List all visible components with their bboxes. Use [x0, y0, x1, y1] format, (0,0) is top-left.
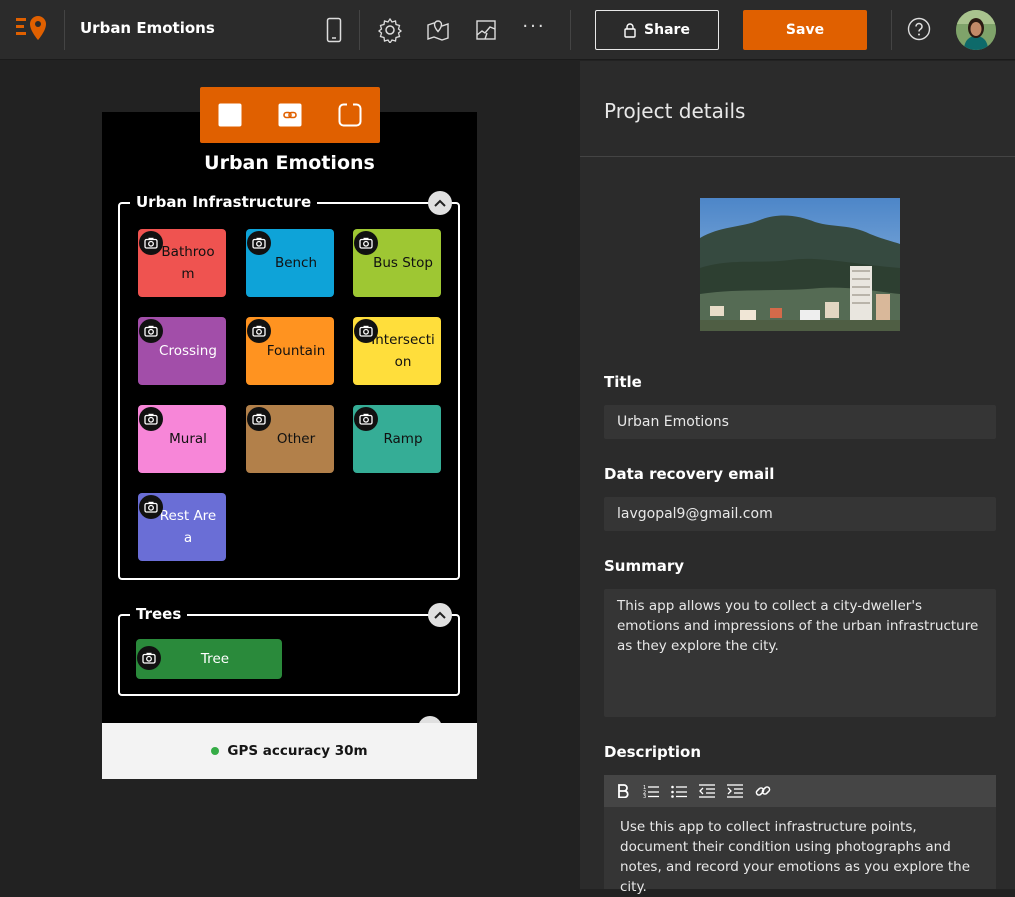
camera-icon	[139, 231, 163, 255]
svg-text:3: 3	[643, 794, 646, 798]
summary-textarea[interactable]: This app allows you to collect a city-dw…	[604, 589, 996, 717]
panel-title: Project details	[604, 99, 746, 123]
camera-icon	[139, 495, 163, 519]
tile-label: Crossing	[159, 343, 217, 359]
panel-header: Project details	[580, 61, 1015, 157]
choice-tile-bathroom[interactable]: Bathroom	[138, 229, 226, 297]
map-area-icon[interactable]	[472, 16, 500, 44]
summary-label: Summary	[604, 557, 685, 575]
description-label: Description	[604, 743, 702, 761]
project-details-panel: Project details Title Urban Emotions Dat…	[580, 61, 1015, 895]
rich-text-toolbar: 123	[604, 775, 996, 807]
link-icon[interactable]	[754, 782, 772, 800]
title-label: Title	[604, 373, 642, 391]
camera-icon	[137, 646, 161, 670]
share-label: Share	[644, 22, 690, 38]
collapse-chevron-icon[interactable]	[428, 603, 452, 627]
map-icon[interactable]	[424, 16, 452, 44]
camera-icon	[247, 407, 271, 431]
camera-icon	[139, 319, 163, 343]
tile-label: Bathroom	[161, 244, 215, 282]
email-label: Data recovery email	[604, 465, 775, 483]
link-icon[interactable]	[278, 103, 302, 127]
project-thumbnail[interactable]	[700, 198, 900, 331]
tile-label: Bus Stop	[373, 255, 433, 271]
tile-label: Mural	[169, 431, 207, 447]
gps-status-bar: GPS accuracy 30m	[102, 723, 477, 779]
group-urban-infrastructure: Urban Infrastructure Bathroom Bench Bus …	[118, 191, 460, 580]
tile-label: Fountain	[266, 343, 326, 359]
save-button[interactable]: Save	[743, 10, 867, 50]
bullet-list-icon[interactable]	[670, 782, 688, 800]
collapse-chevron-icon[interactable]	[428, 191, 452, 215]
share-button[interactable]: Share	[595, 10, 719, 50]
camera-icon	[247, 319, 271, 343]
group-label: Urban Infrastructure	[130, 193, 318, 211]
settings-gear-icon[interactable]	[376, 16, 404, 44]
logo-icon[interactable]	[14, 14, 50, 46]
camera-icon	[354, 231, 378, 255]
camera-icon	[139, 407, 163, 431]
gps-status-dot	[211, 747, 220, 755]
more-icon[interactable]: ···	[520, 16, 548, 44]
square-icon[interactable]	[218, 103, 242, 127]
choice-tile-bus-stop[interactable]: Bus Stop	[353, 229, 441, 297]
group-trees: Trees Tree	[118, 603, 460, 696]
user-avatar[interactable]	[956, 10, 996, 50]
header-divider	[891, 10, 892, 50]
numbered-list-icon[interactable]: 123	[642, 782, 660, 800]
choice-tile-other[interactable]: Other	[246, 405, 334, 473]
tile-label: Intersection	[371, 332, 435, 370]
form-preview-area: Urban Emotions Urban Infrastructure Bath…	[0, 61, 580, 889]
camera-icon	[354, 407, 378, 431]
header-divider	[570, 10, 571, 50]
title-input[interactable]: Urban Emotions	[604, 405, 996, 439]
phone-form-preview: Urban Emotions Urban Infrastructure Bath…	[102, 112, 477, 779]
choice-tile-mural[interactable]: Mural	[138, 405, 226, 473]
help-icon[interactable]	[907, 17, 931, 41]
preview-toolbar	[200, 87, 380, 143]
gps-accuracy-text: GPS accuracy 30m	[227, 743, 368, 759]
app-title: Urban Emotions	[80, 19, 215, 37]
choice-tile-fountain[interactable]: Fountain	[246, 317, 334, 385]
tile-label: Other	[276, 431, 316, 447]
lock-icon	[624, 22, 636, 38]
header-divider	[64, 10, 65, 50]
tile-label: Tree	[200, 651, 230, 667]
camera-icon	[247, 231, 271, 255]
bold-icon[interactable]	[614, 782, 632, 800]
description-editor[interactable]: Use this app to collect infrastructure p…	[604, 807, 996, 895]
top-app-bar: Urban Emotions ··· Share Save	[0, 0, 1015, 60]
choice-tile-crossing[interactable]: Crossing	[138, 317, 226, 385]
phone-preview-icon[interactable]	[320, 16, 348, 44]
indent-icon[interactable]	[726, 782, 744, 800]
camera-icon	[354, 319, 378, 343]
outdent-icon[interactable]	[698, 782, 716, 800]
email-input[interactable]: lavgopal9@gmail.com	[604, 497, 996, 531]
rounded-frame-icon[interactable]	[338, 103, 362, 127]
tile-label: Bench	[274, 255, 318, 271]
choice-tile-rest-area[interactable]: Rest Area	[138, 493, 226, 561]
group-label: Trees	[130, 605, 188, 623]
tile-label: Ramp	[383, 431, 423, 447]
choice-tile-intersection[interactable]: Intersection	[353, 317, 441, 385]
choice-tile-bench[interactable]: Bench	[246, 229, 334, 297]
form-title: Urban Emotions	[204, 152, 375, 174]
header-divider	[359, 10, 360, 50]
choice-tile-ramp[interactable]: Ramp	[353, 405, 441, 473]
choice-tile-tree[interactable]: Tree	[136, 639, 282, 679]
tile-label: Rest Area	[159, 508, 217, 546]
